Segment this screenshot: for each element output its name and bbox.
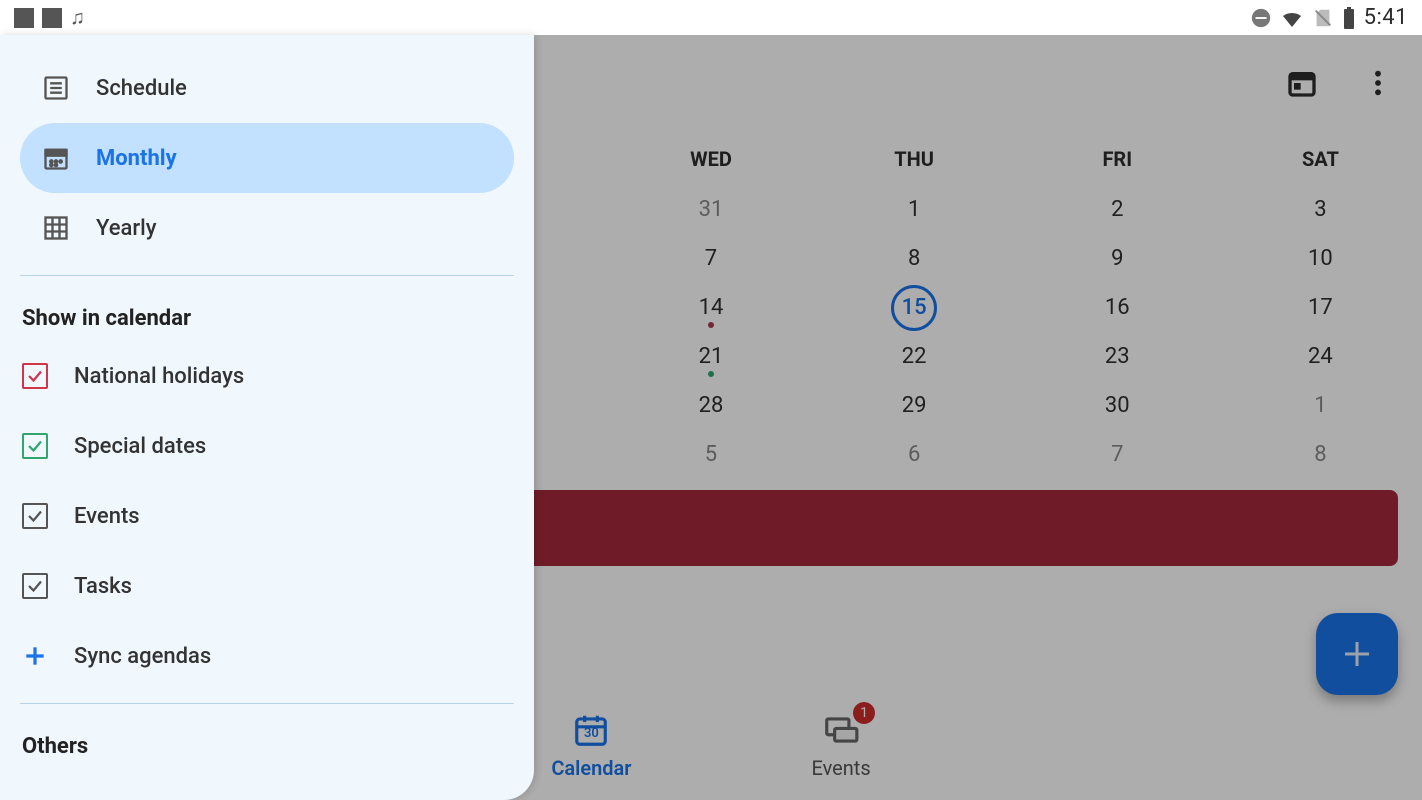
check-tasks[interactable]: Tasks — [0, 551, 534, 621]
day-cell[interactable]: 2 — [1016, 185, 1219, 234]
event-dot — [708, 371, 714, 377]
bottom-tab-events-label: Events — [811, 756, 870, 780]
day-cell[interactable]: 7 — [1016, 430, 1219, 479]
events-icon: 1 — [821, 710, 861, 750]
monthly-icon — [42, 144, 70, 172]
status-bar: ♫ 5:41 — [0, 0, 1422, 35]
day-cell[interactable]: 5 — [609, 430, 812, 479]
add-fab[interactable] — [1316, 613, 1398, 695]
app-icon — [14, 8, 34, 28]
nav-drawer: Schedule Monthly Yearly Show in calendar… — [0, 35, 534, 800]
check-special-dates-label: Special dates — [74, 434, 206, 459]
day-cell[interactable]: 23 — [1016, 332, 1219, 381]
app-icon — [42, 8, 62, 28]
day-cell[interactable]: 15 — [813, 283, 1016, 332]
day-cell[interactable]: 10 — [1219, 234, 1422, 283]
day-cell[interactable]: 28 — [609, 381, 812, 430]
day-cell[interactable]: 1 — [1219, 381, 1422, 430]
music-icon: ♫ — [70, 5, 85, 30]
checkbox-icon — [22, 433, 48, 459]
sync-agendas-label: Sync agendas — [74, 644, 211, 669]
bottom-tab-calendar[interactable]: 30 Calendar — [551, 710, 631, 780]
weekday-header: WED — [609, 131, 812, 187]
day-cell[interactable]: 3 — [1219, 185, 1422, 234]
check-events[interactable]: Events — [0, 481, 534, 551]
bottom-tab-calendar-label: Calendar — [551, 756, 631, 780]
sync-agendas[interactable]: Sync agendas — [0, 621, 534, 691]
divider — [20, 703, 514, 704]
status-time: 5:41 — [1364, 5, 1408, 30]
view-schedule[interactable]: Schedule — [20, 53, 514, 123]
weekday-header: SAT — [1219, 131, 1422, 187]
checkbox-icon — [22, 503, 48, 529]
day-cell[interactable]: 8 — [1219, 430, 1422, 479]
day-cell[interactable]: 24 — [1219, 332, 1422, 381]
calendar-icon: 30 — [571, 710, 611, 750]
view-schedule-label: Schedule — [96, 76, 187, 101]
check-national-holidays[interactable]: National holidays — [0, 341, 534, 411]
day-cell[interactable]: 17 — [1219, 283, 1422, 332]
schedule-icon — [42, 74, 70, 102]
divider — [20, 275, 514, 276]
check-tasks-label: Tasks — [74, 574, 132, 599]
more-icon[interactable] — [1358, 63, 1398, 103]
section-others: Others — [0, 722, 534, 769]
day-cell[interactable]: 8 — [813, 234, 1016, 283]
day-cell[interactable]: 14 — [609, 283, 812, 332]
battery-icon — [1342, 6, 1356, 30]
day-cell[interactable]: 22 — [813, 332, 1016, 381]
check-national-holidays-label: National holidays — [74, 364, 244, 389]
day-cell[interactable]: 7 — [609, 234, 812, 283]
event-dot — [708, 322, 714, 328]
status-right: 5:41 — [1250, 5, 1408, 30]
check-special-dates[interactable]: Special dates — [0, 411, 534, 481]
today-icon[interactable] — [1282, 63, 1322, 103]
checkbox-icon — [22, 363, 48, 389]
calendar-day-number: 30 — [584, 726, 599, 741]
day-cell[interactable]: 6 — [813, 430, 1016, 479]
day-cell[interactable]: 31 — [609, 185, 812, 234]
bottom-tab-events[interactable]: 1 Events — [811, 710, 870, 780]
events-badge: 1 — [853, 702, 875, 724]
day-cell[interactable]: 29 — [813, 381, 1016, 430]
status-left: ♫ — [14, 5, 85, 30]
day-cell[interactable]: 1 — [813, 185, 1016, 234]
weekday-header: THU — [813, 131, 1016, 187]
view-monthly[interactable]: Monthly — [20, 123, 514, 193]
day-cell[interactable]: 30 — [1016, 381, 1219, 430]
check-events-label: Events — [74, 504, 140, 529]
view-yearly-label: Yearly — [96, 216, 157, 241]
day-cell[interactable]: 9 — [1016, 234, 1219, 283]
view-yearly[interactable]: Yearly — [20, 193, 514, 263]
weekday-header: FRI — [1016, 131, 1219, 187]
today-indicator: 15 — [891, 285, 937, 331]
checkbox-icon — [22, 573, 48, 599]
wifi-icon — [1280, 6, 1304, 30]
plus-icon — [22, 643, 48, 669]
view-monthly-label: Monthly — [96, 146, 177, 171]
no-sim-icon — [1312, 7, 1334, 29]
day-cell[interactable]: 21 — [609, 332, 812, 381]
day-cell[interactable]: 16 — [1016, 283, 1219, 332]
section-show-in-calendar: Show in calendar — [0, 294, 534, 341]
yearly-icon — [42, 214, 70, 242]
dnd-icon — [1250, 7, 1272, 29]
